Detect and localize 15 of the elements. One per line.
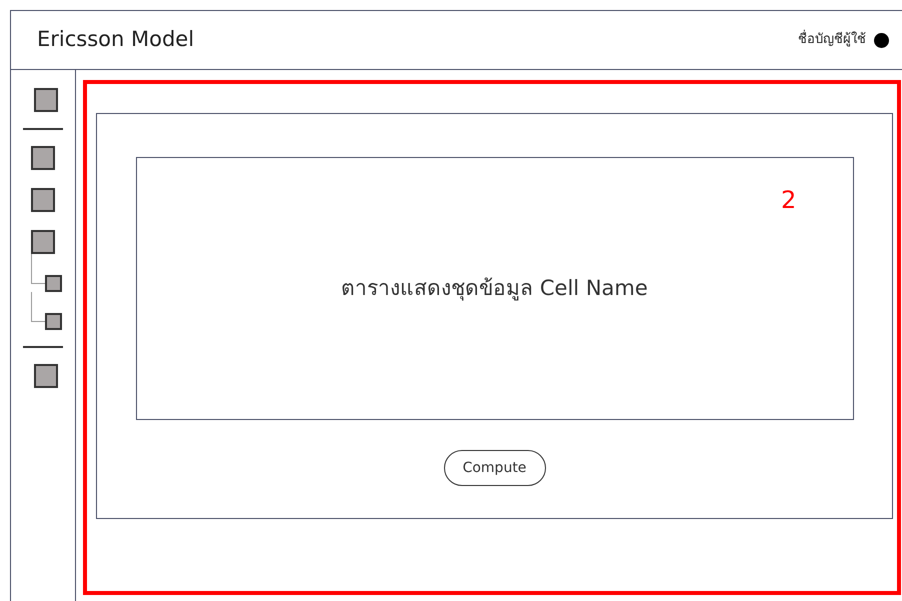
nav-icon[interactable]: [34, 364, 58, 388]
nav-icon[interactable]: [30, 188, 54, 212]
nav-icon[interactable]: [44, 275, 62, 292]
nav-icon[interactable]: [44, 313, 62, 330]
tree-connector-line: [30, 292, 44, 322]
account-name[interactable]: ชื่อบัญชีผู้ใช้: [798, 30, 866, 50]
nav-icon[interactable]: [30, 230, 54, 254]
table-placeholder-text: ตารางแสดงชุดข้อมูล Cell Name: [341, 274, 648, 303]
nav-icon[interactable]: [30, 146, 54, 170]
tree-connector-line: [30, 254, 44, 284]
annotation-number: 2: [781, 185, 796, 216]
compute-button[interactable]: Compute: [444, 450, 546, 486]
app-title: Ericsson Model: [37, 26, 194, 54]
nav-icon[interactable]: [34, 88, 58, 112]
user-avatar-icon[interactable]: [874, 32, 889, 48]
